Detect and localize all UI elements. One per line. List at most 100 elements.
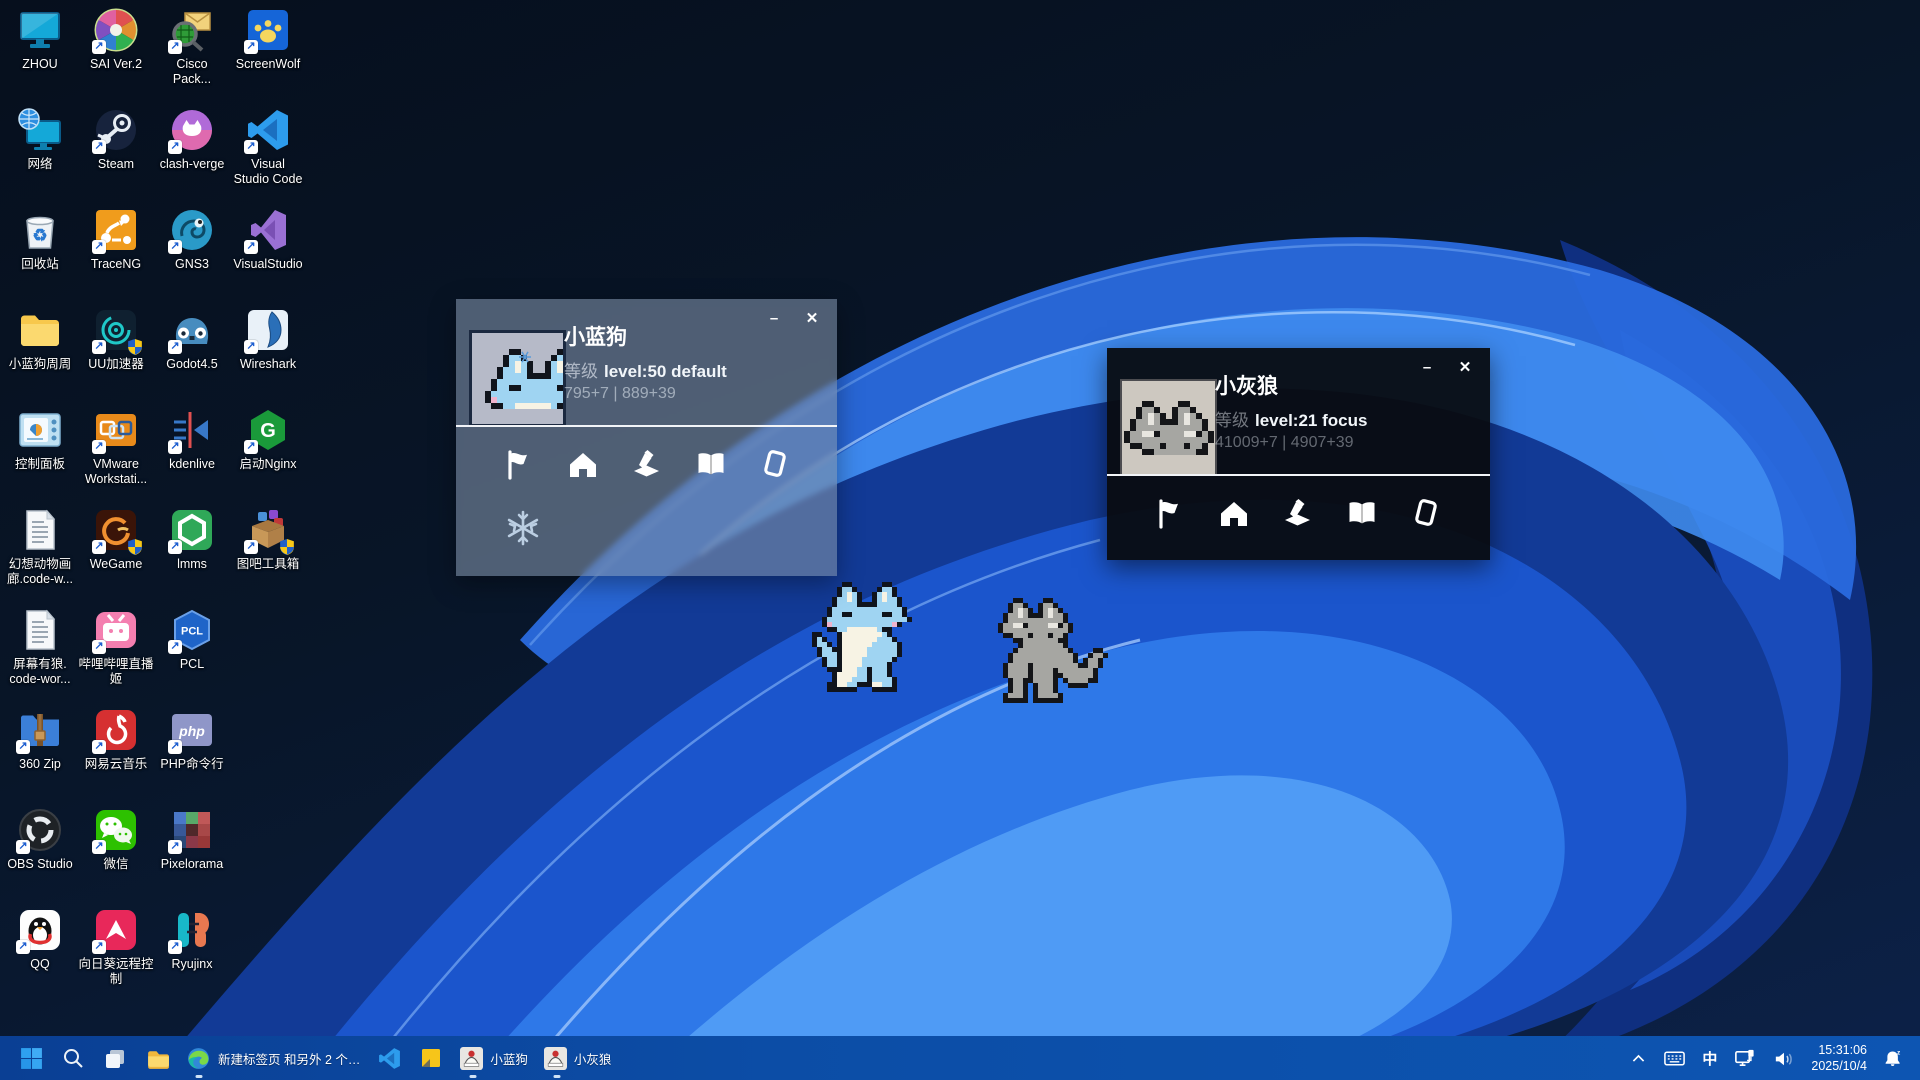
penguin-icon: ↗	[16, 906, 64, 954]
shortcut-arrow-icon: ↗	[16, 840, 30, 854]
taskbar-apps: 新建标签页 和另外 2 个… 小蓝狗 小灰狼	[0, 1036, 619, 1080]
desktop-icon-obs[interactable]: ↗OBS Studio	[2, 806, 78, 906]
desktop-icon-wechat[interactable]: ↗微信	[78, 806, 154, 906]
desktop-icon-doc1[interactable]: 幻想动物画 廊.code-w...	[2, 506, 78, 606]
home-icon[interactable]	[1217, 494, 1251, 534]
pen-icon[interactable]	[630, 445, 664, 485]
desktop-icon-traceng[interactable]: ↗TraceNG	[78, 206, 154, 306]
desktop-icon-label: Godot4.5	[166, 357, 217, 372]
monitor-icon	[16, 6, 64, 54]
close-button[interactable]: ✕	[801, 309, 823, 329]
uac-shield-icon	[128, 539, 142, 555]
pet-stats: 41009+7 | 4907+39	[1215, 434, 1354, 452]
task-view-button[interactable]	[94, 1036, 136, 1080]
desktop-icon-kdenlive[interactable]: ↗kdenlive	[154, 406, 230, 506]
shortcut-arrow-icon: ↗	[244, 540, 258, 554]
minimize-button[interactable]: –	[763, 309, 785, 329]
shortcut-arrow-icon: ↗	[168, 440, 182, 454]
desktop-icon-tuba[interactable]: ↗图吧工具箱	[230, 506, 306, 606]
pet-widget-blue-dog[interactable]: – ✕ 小蓝狗 等级level:50 default 795+7 | 889+3…	[456, 299, 837, 576]
notification-bell-icon[interactable]: z	[1877, 1038, 1910, 1078]
desktop-icon-lmms[interactable]: ↗lmms	[154, 506, 230, 606]
desktop-icon-pcl[interactable]: PCL↗PCL	[154, 606, 230, 706]
desktop-icon-bilibili[interactable]: ↗哔哩哔哩直播 姬	[78, 606, 154, 706]
volume-icon[interactable]	[1766, 1038, 1801, 1078]
desktop-icon-netease[interactable]: ↗网易云音乐	[78, 706, 154, 806]
desktop-icon-cisco[interactable]: ↗Cisco Pack...	[154, 6, 230, 106]
flag-icon[interactable]	[1153, 494, 1187, 534]
desktop-icon-screenwolf[interactable]: ↗ScreenWolf	[230, 6, 306, 106]
desktop-pet-blue-fox[interactable]	[812, 582, 932, 692]
desktop-icon-qq[interactable]: ↗QQ	[2, 906, 78, 1006]
desktop-icon-sunflower[interactable]: ↗向日葵远程控 制	[78, 906, 154, 1006]
desktop-icon-vmware[interactable]: ↗VMware Workstati...	[78, 406, 154, 506]
toolbox-icon: ↗	[244, 506, 292, 554]
desktop-icon-steam[interactable]: ↗Steam	[78, 106, 154, 206]
ryujinx-icon: ↗	[168, 906, 216, 954]
desktop-icon-recycle[interactable]: ♻回收站	[2, 206, 78, 306]
desktop-icon-controlpanel[interactable]: 控制面板	[2, 406, 78, 506]
desktop-icon-wireshark[interactable]: ↗Wireshark	[230, 306, 306, 406]
desktop-icon-wegame[interactable]: ↗WeGame	[78, 506, 154, 606]
pen-icon[interactable]	[1281, 494, 1315, 534]
shortcut-arrow-icon: ↗	[92, 40, 106, 54]
desktop-icon-php[interactable]: php↗PHP命令行	[154, 706, 230, 806]
desktop-icon-folder-zhou[interactable]: 小蓝狗周周	[2, 306, 78, 406]
sticky-note-button[interactable]	[410, 1036, 452, 1080]
desktop-icon-nginx[interactable]: G↗启动Nginx	[230, 406, 306, 506]
start-button[interactable]	[10, 1036, 52, 1080]
vscode-button[interactable]	[368, 1036, 410, 1080]
desktop-icon-label: UU加速器	[88, 357, 144, 372]
desktop-icon-network[interactable]: 网络	[2, 106, 78, 206]
shortcut-arrow-icon: ↗	[168, 740, 182, 754]
pet-name: 小蓝狗	[564, 321, 627, 351]
desktop-icon-visualstudio[interactable]: ↗VisualStudio	[230, 206, 306, 306]
desktop-icon-doc2[interactable]: 屏幕有狼. code-wor...	[2, 606, 78, 706]
desktop-icon-godot[interactable]: ↗ Godot4.5	[154, 306, 230, 406]
desktop-icon-vscode[interactable]: ↗Visual Studio Code	[230, 106, 306, 206]
desktop-icon-label: 启动Nginx	[240, 457, 297, 472]
snowflake-icon[interactable]	[504, 509, 542, 549]
desktop: ZHOU↗SAI Ver.2↗Cisco Pack...↗ScreenWolf 网…	[0, 0, 1920, 1080]
uac-shield-icon	[128, 339, 142, 355]
svg-text:PCL: PCL	[181, 626, 203, 638]
packet-tracer-icon: ↗	[168, 6, 216, 54]
desktop-icon-gns3[interactable]: ↗GNS3	[154, 206, 230, 306]
steam-icon: ↗	[92, 106, 140, 154]
ime-indicator[interactable]: 中	[1696, 1038, 1723, 1078]
desktop-icon-pixelorama[interactable]: ↗Pixelorama	[154, 806, 230, 906]
shortcut-arrow-icon: ↗	[244, 40, 258, 54]
clock[interactable]: 15:31:06 2025/10/4	[1805, 1042, 1873, 1075]
desktop-icon-zhou[interactable]: ZHOU	[2, 6, 78, 106]
book-icon[interactable]	[694, 445, 728, 485]
book-icon[interactable]	[1345, 494, 1379, 534]
touch-keyboard-icon[interactable]	[1657, 1038, 1692, 1078]
control-panel-icon	[16, 406, 64, 454]
pet-app-grey-wolf-button[interactable]: 小灰狼	[536, 1036, 620, 1080]
desktop-icon-zip360[interactable]: ↗360 Zip	[2, 706, 78, 806]
document-icon	[16, 606, 64, 654]
edge-browser-button[interactable]: 新建标签页 和另外 2 个…	[178, 1036, 368, 1080]
pet-app-blue-dog-button[interactable]: 小蓝狗	[452, 1036, 536, 1080]
wechat-icon: ↗	[92, 806, 140, 854]
time: 15:31:06	[1811, 1042, 1867, 1058]
search-button[interactable]	[52, 1036, 94, 1080]
desktop-icon-ryujinx[interactable]: ↗Ryujinx	[154, 906, 230, 1006]
minimize-button[interactable]: –	[1416, 358, 1438, 378]
file-explorer-button[interactable]	[136, 1036, 178, 1080]
desktop-pet-grey-wolf[interactable]	[998, 598, 1118, 703]
card-icon[interactable]	[758, 445, 792, 485]
desktop-icon-label: lmms	[177, 557, 207, 572]
card-icon[interactable]	[1409, 494, 1443, 534]
desktop-icon-uu[interactable]: ↗UU加速器	[78, 306, 154, 406]
desktop-icon-clash[interactable]: ↗clash-verge	[154, 106, 230, 206]
home-icon[interactable]	[566, 445, 600, 485]
network-icon[interactable]	[1727, 1038, 1762, 1078]
hidden-icons-chevron-icon[interactable]	[1624, 1038, 1653, 1078]
pet-widget-grey-wolf[interactable]: – ✕ 小灰狼 等级level:21 focus 41009+7 | 4907+…	[1107, 348, 1490, 560]
desktop-icon-sai[interactable]: ↗SAI Ver.2	[78, 6, 154, 106]
close-button[interactable]: ✕	[1454, 358, 1476, 378]
godot-icon: ↗	[168, 306, 216, 354]
flag-icon[interactable]	[502, 445, 536, 485]
pet-avatar-blue	[469, 330, 566, 427]
